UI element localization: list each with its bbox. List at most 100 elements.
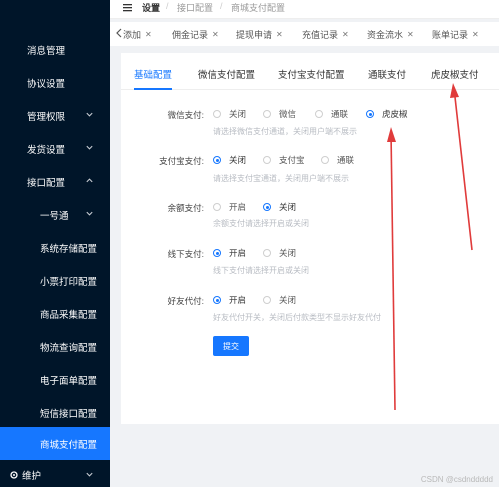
- sidebar-item-sms[interactable]: 短信接口配置: [0, 396, 110, 429]
- radio-label: 支付宝: [279, 155, 305, 165]
- subtab-basic[interactable]: 基础配置: [134, 67, 172, 81]
- sidebar-item-label: 短信接口配置: [40, 408, 98, 420]
- radio-alipay-alipay[interactable]: 支付宝: [263, 154, 305, 166]
- sidebar-item-message[interactable]: 消息管理: [0, 33, 110, 66]
- sidebar-item-label: 维护: [22, 470, 42, 482]
- radio-dot: [213, 110, 221, 118]
- chevron-up-icon: [84, 175, 94, 185]
- alipay-hint: 请选择支付宝通道，关闭用户端不展示: [213, 174, 349, 183]
- sidebar-item-collect[interactable]: 商品采集配置: [0, 297, 110, 330]
- sidebar-item-label: 协议设置: [27, 78, 66, 90]
- radio-label: 开启: [229, 202, 247, 212]
- breadcrumb-root[interactable]: 设置: [142, 1, 160, 14]
- radio-offline-on[interactable]: 开启: [213, 247, 246, 259]
- sidebar-item-payment[interactable]: 商城支付配置: [0, 427, 110, 460]
- tab-bills[interactable]: 账单记录 ✕: [432, 28, 479, 41]
- subtab-allinpay[interactable]: 通联支付: [368, 67, 406, 81]
- breadcrumb-current: 商城支付配置: [231, 3, 286, 13]
- radio-dot: [213, 156, 221, 164]
- sidebar-item-maintenance[interactable]: 维护: [0, 462, 110, 487]
- radio-wechat-wechat[interactable]: 微信: [263, 108, 296, 120]
- top-header: 设置 / 接口配置 / 商城支付配置: [110, 0, 499, 19]
- radio-friend-on[interactable]: 开启: [213, 294, 246, 306]
- chevron-down-icon: [84, 208, 94, 218]
- radio-label: 关闭: [229, 155, 247, 165]
- tab-fund-flow[interactable]: 资金流水 ✕: [367, 28, 414, 41]
- radio-label: 开启: [229, 295, 247, 305]
- sidebar-item-printer[interactable]: 小票打印配置: [0, 264, 110, 297]
- radio-label: 关闭: [279, 248, 297, 258]
- radio-balance-off[interactable]: 关闭: [263, 201, 296, 213]
- sidebar-item-label: 管理权限: [27, 111, 66, 123]
- close-icon[interactable]: ✕: [276, 30, 283, 39]
- sidebar-item-interface[interactable]: 接口配置: [0, 165, 110, 198]
- sidebar-item-shipping[interactable]: 发货设置: [0, 132, 110, 165]
- radio-label: 关闭: [229, 109, 247, 119]
- sidebar-item-logistics[interactable]: 物流查询配置: [0, 330, 110, 363]
- settings-card: 基础配置 微信支付配置 支付宝支付配置 通联支付 虎皮椒支付 微信支付: 关闭 …: [121, 53, 499, 424]
- tab-commission[interactable]: 佣金记录 ✕: [172, 28, 219, 41]
- close-icon[interactable]: ✕: [342, 30, 349, 39]
- close-icon[interactable]: ✕: [212, 30, 219, 39]
- wechat-pay-label: 微信支付:: [167, 110, 204, 120]
- tab-withdraw[interactable]: 提现申请 ✕: [236, 28, 283, 41]
- close-icon[interactable]: ✕: [145, 30, 152, 39]
- tab-add[interactable]: 添加 ✕: [123, 28, 152, 41]
- breadcrumb-separator: /: [220, 1, 223, 11]
- sidebar-item-yihaotong[interactable]: 一号通: [0, 198, 110, 231]
- sidebar-item-label: 一号通: [40, 210, 69, 222]
- sidebar-item-label: 接口配置: [27, 177, 66, 189]
- radio-label: 通联: [337, 155, 355, 165]
- radio-balance-on[interactable]: 开启: [213, 201, 246, 213]
- sidebar-item-label: 商城支付配置: [40, 439, 98, 451]
- tab-label: 佣金记录: [172, 30, 209, 40]
- sidebar-item-label: 系统存储配置: [40, 243, 98, 255]
- sidebar-item-label: 物流查询配置: [40, 342, 98, 354]
- sidebar-item-storage[interactable]: 系统存储配置: [0, 231, 110, 264]
- radio-offline-off[interactable]: 关闭: [263, 247, 296, 259]
- tab-recharge[interactable]: 充值记录 ✕: [302, 28, 349, 41]
- chevron-down-icon: [84, 469, 94, 479]
- breadcrumb-item[interactable]: 接口配置: [177, 1, 213, 14]
- sidebar-item-label: 小票打印配置: [40, 276, 98, 288]
- wechat-pay-hint: 请选择微信支付通道，关闭用户端不展示: [213, 127, 357, 136]
- sidebar: 消息管理 协议设置 管理权限 发货设置 接口配置 一号通 系统存储配置 小票打印…: [0, 0, 110, 487]
- offline-pay-hint: 线下支付请选择开启或关闭: [213, 266, 309, 275]
- radio-wechat-off[interactable]: 关闭: [213, 108, 246, 120]
- radio-dot: [213, 203, 221, 211]
- menu-icon[interactable]: [122, 2, 133, 13]
- radio-dot: [263, 110, 271, 118]
- radio-label: 关闭: [279, 295, 297, 305]
- gear-icon: [9, 470, 19, 480]
- close-icon[interactable]: ✕: [472, 30, 479, 39]
- radio-dot: [315, 110, 323, 118]
- submit-button[interactable]: 提交: [213, 336, 249, 356]
- offline-pay-label: 线下支付:: [167, 249, 204, 259]
- tab-label: 充值记录: [302, 30, 339, 40]
- sidebar-item-waybill[interactable]: 电子面单配置: [0, 363, 110, 396]
- friend-pay-label: 好友代付:: [167, 296, 204, 306]
- radio-dot: [263, 156, 271, 164]
- chevron-down-icon: [84, 142, 94, 152]
- radio-friend-off[interactable]: 关闭: [263, 294, 296, 306]
- radio-wechat-allinpay[interactable]: 通联: [315, 108, 348, 120]
- friend-pay-hint: 好友代付开关，关闭后付款类型不显示好友代付: [213, 313, 381, 322]
- radio-alipay-off[interactable]: 关闭: [213, 154, 246, 166]
- subtab-wechat[interactable]: 微信支付配置: [198, 67, 255, 81]
- alipay-label: 支付宝支付:: [159, 156, 204, 166]
- close-icon[interactable]: ✕: [407, 30, 414, 39]
- radio-dot: [263, 296, 271, 304]
- subtabs: 基础配置 微信支付配置 支付宝支付配置 通联支付 虎皮椒支付: [121, 53, 499, 90]
- sidebar-item-agreement[interactable]: 协议设置: [0, 66, 110, 99]
- chevron-down-icon: [84, 109, 94, 119]
- chevron-left-icon[interactable]: [115, 28, 123, 38]
- radio-alipay-allinpay[interactable]: 通联: [321, 154, 354, 166]
- radio-label: 虎皮椒: [382, 109, 408, 119]
- radio-dot: [366, 110, 374, 118]
- sidebar-item-permissions[interactable]: 管理权限: [0, 99, 110, 132]
- subtab-alipay[interactable]: 支付宝支付配置: [278, 67, 345, 81]
- sidebar-item-label: 电子面单配置: [40, 375, 98, 387]
- radio-label: 微信: [279, 109, 297, 119]
- subtab-xunhupay[interactable]: 虎皮椒支付: [431, 67, 479, 81]
- radio-wechat-xunhupay[interactable]: 虎皮椒: [366, 108, 408, 120]
